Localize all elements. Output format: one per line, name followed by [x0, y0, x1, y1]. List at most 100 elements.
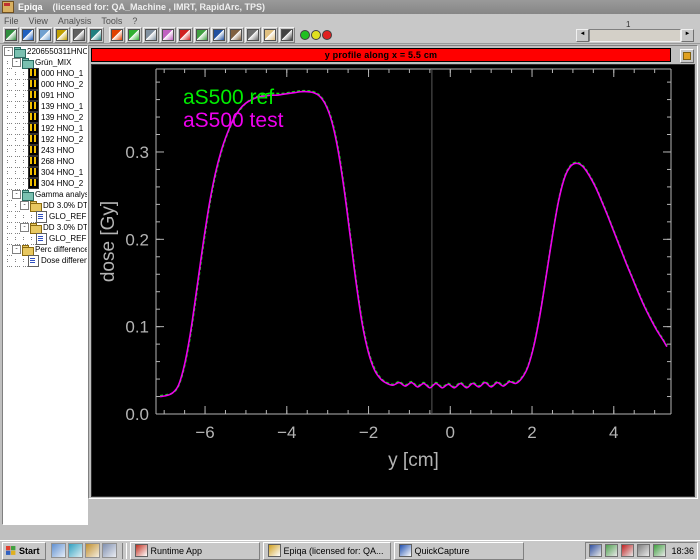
tree-item[interactable]: 304 HNO_2: [3, 178, 87, 190]
tree-item[interactable]: Dose differenc: [3, 254, 87, 267]
tree-item-label: 2206550311HNO: [27, 47, 88, 56]
patient-tree-panel[interactable]: -2206550311HNO - Grün_MIX 000 HNO_1 000 HNO_…: [2, 45, 88, 525]
page-spinner[interactable]: 1 ◄ ►: [576, 20, 694, 42]
tree-item[interactable]: 268 HNO: [3, 156, 87, 168]
tree-item[interactable]: - Perc difference ar: [3, 244, 87, 256]
tree-item[interactable]: 000 HNO_2: [3, 79, 87, 91]
legend-label-1: aS500 ref: [183, 86, 274, 109]
show-desktop-icon[interactable]: [50, 543, 66, 558]
restore-window-icon[interactable]: [680, 49, 694, 63]
gamma-button[interactable]: [54, 27, 70, 43]
epiqa-app-icon: [2, 1, 14, 13]
histogram-button[interactable]: [177, 27, 193, 43]
spinner-track[interactable]: [589, 29, 681, 42]
tray-clock[interactable]: 18:36: [671, 546, 694, 556]
pan-button[interactable]: [262, 27, 278, 43]
monitor-tray-icon[interactable]: [621, 544, 635, 557]
save-image-button[interactable]: [20, 27, 36, 43]
tree-item[interactable]: 139 HNO_1: [3, 101, 87, 113]
tree-item[interactable]: 192 HNO_2: [3, 134, 87, 146]
x-tick-label: 0: [446, 423, 455, 442]
gamma-symbol-icon: [56, 29, 68, 41]
tree-item-label: 000 HNO_2: [41, 80, 84, 89]
tree-item[interactable]: - DD 3.0% DTA: [3, 200, 87, 212]
colormap-button[interactable]: [109, 27, 125, 43]
measure-button[interactable]: [228, 27, 244, 43]
taskbar-separator: [121, 542, 127, 559]
start-button[interactable]: Start: [2, 541, 46, 560]
percent-diff-button[interactable]: [71, 27, 87, 43]
measure-icon: [230, 29, 242, 41]
import-button[interactable]: [37, 27, 53, 43]
tree-item[interactable]: GLO_REF: [3, 210, 87, 223]
tree-expander-icon[interactable]: -: [20, 223, 29, 232]
tree-item-label: DD 3.0% DTA: [43, 223, 88, 232]
add-curve-button[interactable]: [211, 27, 227, 43]
tree-expander-icon[interactable]: -: [20, 201, 29, 210]
grid-button[interactable]: [194, 27, 210, 43]
tree-item-label: 139 HNO_2: [41, 113, 84, 122]
status-lamp-green[interactable]: [300, 30, 310, 40]
menu-item-help[interactable]: ?: [132, 16, 137, 26]
browser-icon[interactable]: [67, 543, 83, 558]
spinner-right-arrow-icon[interactable]: ►: [681, 29, 694, 42]
import-icon: [39, 29, 51, 41]
taskbar-button[interactable]: Runtime App: [129, 541, 260, 560]
target-button[interactable]: [279, 27, 295, 43]
taskbar-button[interactable]: Epiqa (licensed for: QA...: [262, 541, 391, 560]
palette-button[interactable]: [126, 27, 142, 43]
tree-item[interactable]: - Gamma analysis: [3, 189, 88, 201]
tree-item[interactable]: - DD 3.0% DTA: [3, 222, 88, 234]
x-tick-label: 4: [609, 423, 618, 442]
tree-item-label: 139 HNO_1: [41, 102, 84, 111]
tree-item[interactable]: - Grün_MIX: [3, 57, 87, 69]
x-tick-label: −2: [359, 423, 378, 442]
compare-button[interactable]: [160, 27, 176, 43]
tree-item[interactable]: 243 HNO: [3, 145, 87, 157]
explorer-icon[interactable]: [101, 543, 117, 558]
profile-line-icon: [145, 29, 157, 41]
menu-item-file[interactable]: File: [4, 16, 19, 26]
beam-icon: [28, 112, 39, 123]
tree-item-label: 243 HNO: [41, 146, 75, 155]
tree-expander-icon[interactable]: -: [12, 58, 21, 67]
y-tick-label: 0.2: [125, 230, 149, 249]
taskbar-button-label: QuickCapture: [414, 545, 470, 556]
taskbar-button[interactable]: QuickCapture: [393, 541, 524, 560]
rotate-button[interactable]: [88, 27, 104, 43]
windows-flag-icon: [6, 546, 16, 555]
shield-tray-icon[interactable]: [653, 544, 667, 557]
print-button[interactable]: [245, 27, 261, 43]
network-tray-icon[interactable]: [589, 544, 603, 557]
tree-item[interactable]: GLO_REF: [3, 232, 87, 245]
tree-item[interactable]: 091 HNO: [3, 90, 87, 102]
profile-button[interactable]: [143, 27, 159, 43]
tree-item[interactable]: - 2206550311HNO: [3, 46, 88, 58]
tree-expander-icon[interactable]: -: [12, 245, 21, 254]
tree-item-label: Gamma analysis: [35, 190, 88, 199]
tree-item[interactable]: 139 HNO_2: [3, 112, 87, 124]
epiqa-quick-icon[interactable]: [84, 543, 100, 558]
percent-icon: [73, 29, 85, 41]
menu-item-tools[interactable]: Tools: [101, 16, 122, 26]
x-axis-label: y [cm]: [388, 450, 439, 471]
taskbar-button-label: Epiqa (licensed for: QA...: [283, 545, 384, 556]
tree-item[interactable]: 000 HNO_1: [3, 68, 87, 80]
tree-item[interactable]: 192 HNO_1: [3, 123, 87, 135]
y-axis-label: dose [Gy]: [98, 201, 119, 282]
plot-canvas[interactable]: 0.0 0.1 0.2 0.3 −6 −4 −2 0 2 4 y [cm] dose [Gy] aS50…: [91, 64, 695, 497]
settings-tray-icon[interactable]: [637, 544, 651, 557]
tree-expander-icon[interactable]: -: [4, 47, 13, 56]
spinner-left-arrow-icon[interactable]: ◄: [576, 29, 589, 42]
tree-expander-icon[interactable]: -: [12, 190, 21, 199]
volume-tray-icon[interactable]: [605, 544, 619, 557]
grid-icon: [196, 29, 208, 41]
status-lamp-yellow[interactable]: [311, 30, 321, 40]
tree-item[interactable]: 304 HNO_1: [3, 167, 87, 179]
menu-item-view[interactable]: View: [29, 16, 48, 26]
beam-icon: [28, 79, 39, 90]
open-image-button[interactable]: [3, 27, 19, 43]
menu-item-analysis[interactable]: Analysis: [58, 16, 92, 26]
status-lamp-red[interactable]: [322, 30, 332, 40]
tree-item-label: GLO_REF: [49, 234, 87, 243]
